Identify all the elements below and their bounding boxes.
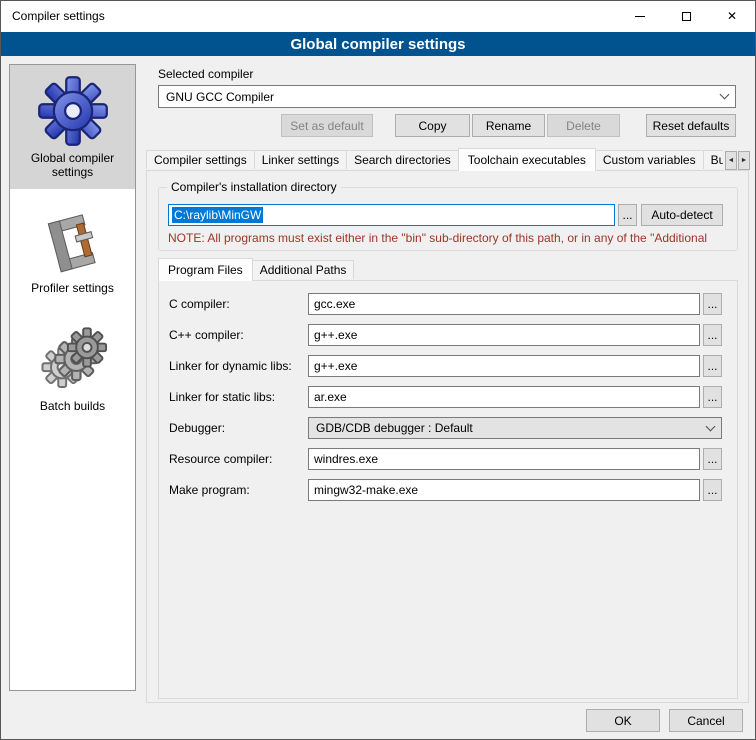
static-linker-label: Linker for static libs: (169, 390, 308, 404)
resource-compiler-label: Resource compiler: (169, 452, 308, 466)
delete-button: Delete (547, 114, 620, 137)
field-row-dynamic-linker: Linker for dynamic libs: g++.exe ... (169, 355, 722, 377)
tab-compiler-settings[interactable]: Compiler settings (146, 150, 255, 169)
selected-compiler-value: GNU GCC Compiler (166, 90, 274, 104)
window-controls: ✕ (617, 1, 755, 31)
program-tabstrip: Program Files Additional Paths (158, 259, 354, 281)
c-compiler-browse-button[interactable]: ... (703, 293, 722, 315)
left-arrow-icon: ◄ (728, 157, 735, 164)
installation-directory-input[interactable]: C:\raylib\MinGW (168, 204, 615, 226)
dynamic-linker-label: Linker for dynamic libs: (169, 359, 308, 373)
sidebar-item-label: Batch builds (12, 399, 133, 413)
resource-compiler-value: windres.exe (314, 452, 378, 466)
field-row-resource-compiler: Resource compiler: windres.exe ... (169, 448, 722, 470)
program-files-page: C compiler: gcc.exe ... C++ compiler: g+… (158, 280, 738, 699)
installation-note: NOTE: All programs must exist either in … (168, 231, 723, 245)
c-compiler-value: gcc.exe (314, 297, 355, 311)
tab-custom-variables[interactable]: Custom variables (595, 150, 704, 169)
field-row-static-linker: Linker for static libs: ar.exe ... (169, 386, 722, 408)
installation-directory-value: C:\raylib\MinGW (172, 207, 263, 223)
c-compiler-input[interactable]: gcc.exe (308, 293, 700, 315)
settings-category-list: Global compiler settings Profiler settin… (9, 64, 136, 691)
dynamic-linker-input[interactable]: g++.exe (308, 355, 700, 377)
cpp-compiler-label: C++ compiler: (169, 328, 308, 342)
copy-button[interactable]: Copy (395, 114, 470, 137)
sidebar-item-profiler-settings[interactable]: Profiler settings (10, 201, 135, 305)
minimize-icon (635, 16, 645, 17)
clamp-tool-icon (40, 211, 106, 277)
sidebar-item-label: Profiler settings (12, 281, 133, 295)
selected-compiler-label: Selected compiler (158, 67, 253, 81)
browse-directory-button[interactable]: ... (618, 204, 637, 226)
tab-program-files[interactable]: Program Files (158, 258, 253, 281)
close-button[interactable]: ✕ (709, 1, 755, 31)
right-arrow-icon: ► (741, 157, 748, 164)
chevron-down-icon (706, 421, 716, 431)
tab-build-options[interactable]: Build options (703, 150, 723, 169)
tab-toolchain-executables[interactable]: Toolchain executables (458, 148, 596, 171)
cancel-button[interactable]: Cancel (669, 709, 743, 732)
minimize-button[interactable] (617, 1, 663, 31)
tab-scroll-buttons: ◄ ► (724, 151, 750, 170)
dynamic-linker-browse-button[interactable]: ... (703, 355, 722, 377)
cpp-compiler-value: g++.exe (314, 328, 357, 342)
settings-tabstrip: Compiler settings Linker settings Search… (146, 148, 723, 171)
installation-directory-group-title: Compiler's installation directory (167, 180, 341, 194)
make-program-input[interactable]: mingw32-make.exe (308, 479, 700, 501)
tab-linker-settings[interactable]: Linker settings (254, 150, 347, 169)
static-linker-input[interactable]: ar.exe (308, 386, 700, 408)
resource-compiler-input[interactable]: windres.exe (308, 448, 700, 470)
c-compiler-label: C compiler: (169, 297, 308, 311)
program-fields: C compiler: gcc.exe ... C++ compiler: g+… (159, 281, 737, 501)
set-as-default-button: Set as default (281, 114, 373, 137)
field-row-cpp-compiler: C++ compiler: g++.exe ... (169, 324, 722, 346)
compiler-actions: Set as default Copy Rename Delete Reset … (158, 114, 736, 137)
debugger-value: GDB/CDB debugger : Default (316, 421, 473, 435)
tab-additional-paths[interactable]: Additional Paths (252, 260, 355, 279)
cpp-compiler-browse-button[interactable]: ... (703, 324, 722, 346)
selected-compiler-dropdown[interactable]: GNU GCC Compiler (158, 85, 736, 108)
sidebar-item-global-compiler-settings[interactable]: Global compiler settings (10, 65, 135, 189)
auto-detect-button[interactable]: Auto-detect (641, 204, 723, 226)
compiler-settings-dialog: Compiler settings ✕ Global compiler sett… (0, 0, 756, 740)
sidebar-item-label: Global compiler settings (12, 151, 133, 179)
debugger-label: Debugger: (169, 421, 308, 435)
dynamic-linker-value: g++.exe (314, 359, 357, 373)
titlebar[interactable]: Compiler settings ✕ (1, 1, 755, 32)
field-row-debugger: Debugger: GDB/CDB debugger : Default (169, 417, 722, 439)
installation-directory-row: C:\raylib\MinGW ... Auto-detect (168, 204, 723, 226)
blue-gear-icon (37, 75, 109, 147)
maximize-icon (682, 12, 691, 21)
static-linker-browse-button[interactable]: ... (703, 386, 722, 408)
sidebar-item-batch-builds[interactable]: Batch builds (10, 317, 135, 423)
reset-defaults-button[interactable]: Reset defaults (646, 114, 736, 137)
window-title: Compiler settings (12, 9, 105, 23)
chevron-down-icon (720, 90, 730, 100)
make-program-label: Make program: (169, 483, 308, 497)
resource-compiler-browse-button[interactable]: ... (703, 448, 722, 470)
tab-scroll-left-button[interactable]: ◄ (725, 151, 737, 170)
tab-search-directories[interactable]: Search directories (346, 150, 459, 169)
rename-button[interactable]: Rename (472, 114, 545, 137)
field-row-c-compiler: C compiler: gcc.exe ... (169, 293, 722, 315)
installation-directory-group: Compiler's installation directory C:\ray… (158, 187, 738, 251)
close-icon: ✕ (727, 10, 737, 22)
dialog-header: Global compiler settings (1, 32, 755, 56)
tab-scroll-right-button[interactable]: ► (738, 151, 750, 170)
ok-button[interactable]: OK (586, 709, 660, 732)
gray-gears-icon (39, 327, 107, 395)
static-linker-value: ar.exe (314, 390, 347, 404)
page-title: Global compiler settings (290, 36, 465, 53)
debugger-dropdown[interactable]: GDB/CDB debugger : Default (308, 417, 722, 439)
cpp-compiler-input[interactable]: g++.exe (308, 324, 700, 346)
field-row-make-program: Make program: mingw32-make.exe ... (169, 479, 722, 501)
toolchain-executables-page: Compiler's installation directory C:\ray… (146, 170, 749, 703)
make-program-browse-button[interactable]: ... (703, 479, 722, 501)
make-program-value: mingw32-make.exe (314, 483, 418, 497)
maximize-button[interactable] (663, 1, 709, 31)
